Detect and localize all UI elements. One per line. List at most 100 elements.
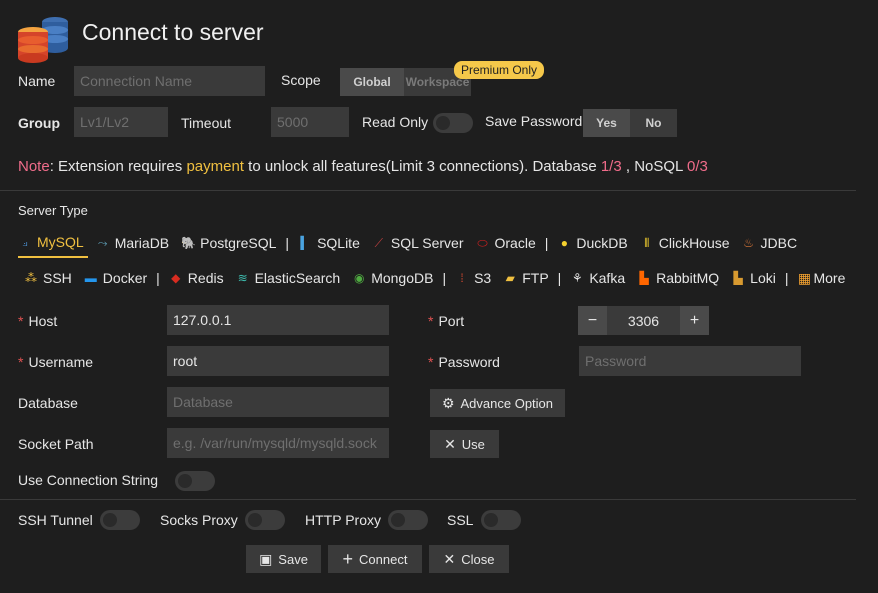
close-button[interactable]: ✕ Close (429, 545, 509, 573)
server-type-label-mariadb: MariaDB (114, 235, 170, 251)
separator: | (285, 235, 290, 251)
username-input[interactable] (167, 346, 389, 376)
loki-icon: ▙ (733, 271, 743, 285)
mariadb-icon: ⤳ (97, 235, 108, 250)
server-type-label-loki: Loki (750, 270, 776, 286)
server-type-mongodb[interactable]: ◉ MongoDB (352, 270, 434, 286)
payment-link[interactable]: payment (186, 158, 244, 175)
scope-label: Scope (281, 72, 321, 88)
save-icon: ▣ (259, 550, 273, 567)
read-only-toggle[interactable] (433, 113, 473, 133)
server-type-sqlserver[interactable]: ⟋ SQL Server (372, 235, 464, 251)
advance-option-button[interactable]: ⚙ Advance Option (430, 389, 565, 417)
password-input[interactable] (579, 346, 801, 376)
read-only-label: Read Only (362, 114, 429, 130)
http-proxy-toggle[interactable] (388, 510, 428, 530)
mysql-icon: ⟓ (22, 234, 28, 249)
server-type-oracle[interactable]: ⬭ Oracle (476, 235, 535, 251)
http-proxy-label: HTTP Proxy (305, 512, 381, 528)
server-type-loki[interactable]: ▙ Loki (731, 270, 776, 286)
server-type-label-clickhouse: ClickHouse (658, 235, 730, 251)
port-decrement-button[interactable]: − (578, 306, 607, 335)
separator: | (442, 270, 447, 286)
postgresql-icon: 🐘 (181, 236, 197, 250)
use-socket-button[interactable]: ✕ Use (430, 430, 499, 458)
s3-icon: ⁞ (460, 271, 464, 285)
ssl-toggle[interactable] (481, 510, 521, 530)
toggle-knob (391, 513, 405, 527)
server-type-sqlite[interactable]: ▍ SQLite (298, 235, 360, 251)
advance-option-label: Advance Option (460, 395, 554, 411)
ssh-tunnel-toggle[interactable] (100, 510, 140, 530)
plus-icon: + (342, 549, 354, 569)
ssl-label: SSL (447, 512, 474, 528)
separator: | (156, 270, 160, 286)
database-input[interactable] (167, 387, 389, 417)
redis-icon: ◆ (171, 271, 181, 285)
socks-proxy-toggle[interactable] (245, 510, 285, 530)
server-type-label-ftp: FTP (522, 270, 549, 286)
port-increment-button[interactable]: + (680, 306, 709, 335)
dialog-title: Connect to server (82, 19, 264, 45)
server-type-label-mongodb: MongoDB (371, 270, 434, 286)
use-connection-string-label: Use Connection String (18, 472, 159, 488)
separator: | (784, 270, 789, 286)
server-type-rabbitmq[interactable]: ▙ RabbitMQ (637, 270, 720, 286)
server-type-docker[interactable]: ▬ Docker (84, 270, 147, 286)
server-type-kafka[interactable]: ⚘ Kafka (570, 270, 625, 286)
group-input[interactable] (74, 107, 168, 137)
server-type-label-elasticsearch: ElasticSearch (254, 270, 341, 286)
scope-selector[interactable]: Global Workspace (340, 68, 471, 96)
kafka-icon: ⚘ (571, 271, 583, 285)
save-button[interactable]: ▣ Save (246, 545, 321, 573)
socket-path-input[interactable] (167, 428, 389, 458)
server-type-clickhouse[interactable]: ⦀ ClickHouse (640, 235, 730, 251)
save-password-selector[interactable]: Yes No (583, 109, 677, 137)
ssh-icon: ⁂ (25, 271, 37, 285)
server-type-mysql[interactable]: ⟓ MySQL (18, 228, 88, 258)
name-label: Name (18, 73, 56, 89)
server-type-postgresql[interactable]: 🐘 PostgreSQL (181, 235, 276, 251)
server-type-label-sqlite: SQLite (317, 235, 360, 251)
server-type-s3[interactable]: ⁞ S3 (455, 270, 491, 286)
server-type-redis[interactable]: ◆ Redis (169, 270, 223, 286)
connection-name-input[interactable] (74, 66, 265, 96)
separator: | (557, 270, 562, 286)
server-type-more[interactable]: ▦ More (797, 269, 846, 287)
timeout-input[interactable] (271, 107, 349, 137)
server-type-jdbc[interactable]: ♨ JDBC (742, 235, 798, 251)
host-input[interactable] (167, 305, 389, 335)
port-stepper[interactable]: − 3306 + (578, 306, 709, 335)
server-type-elasticsearch[interactable]: ≋ ElasticSearch (236, 270, 341, 286)
group-label: Group (18, 115, 60, 131)
server-type-label-s3: S3 (474, 270, 492, 286)
grid-icon: ▦ (797, 269, 812, 286)
socks-proxy-label: Socks Proxy (160, 512, 238, 528)
database-count: 1/3 (600, 158, 622, 175)
connect-button[interactable]: + Connect (328, 545, 422, 573)
save-password-no-option[interactable]: No (630, 109, 677, 137)
server-type-ssh[interactable]: ⁂ SSH (24, 270, 72, 286)
port-value[interactable]: 3306 (607, 313, 680, 329)
timeout-label: Timeout (181, 115, 232, 131)
socket-path-label: Socket Path (18, 436, 94, 452)
server-type-ftp[interactable]: ▰ FTP (503, 270, 549, 286)
gear-icon: ⚙ (441, 394, 455, 411)
server-type-label-jdbc: JDBC (760, 235, 798, 251)
scope-global-option[interactable]: Global (340, 68, 404, 96)
server-type-mariadb[interactable]: ⤳ MariaDB (96, 235, 169, 251)
java-icon: ♨ (743, 236, 754, 250)
server-type-label-sqlserver: SQL Server (390, 235, 464, 251)
server-type-label-duckdb: DuckDB (576, 235, 628, 251)
use-connection-string-toggle[interactable] (175, 471, 215, 491)
divider (0, 190, 856, 191)
toggle-knob (436, 116, 450, 130)
note-text-2: to unlock all features(Limit 3 connectio… (243, 158, 601, 175)
premium-only-badge: Premium Only (454, 61, 545, 79)
separator: | (544, 235, 549, 251)
host-label: * Host (18, 313, 58, 329)
folder-icon: ▰ (505, 271, 515, 285)
server-type-duckdb[interactable]: ● DuckDB (557, 235, 628, 251)
save-password-yes-option[interactable]: Yes (583, 109, 630, 137)
oracle-icon: ⬭ (477, 235, 488, 250)
